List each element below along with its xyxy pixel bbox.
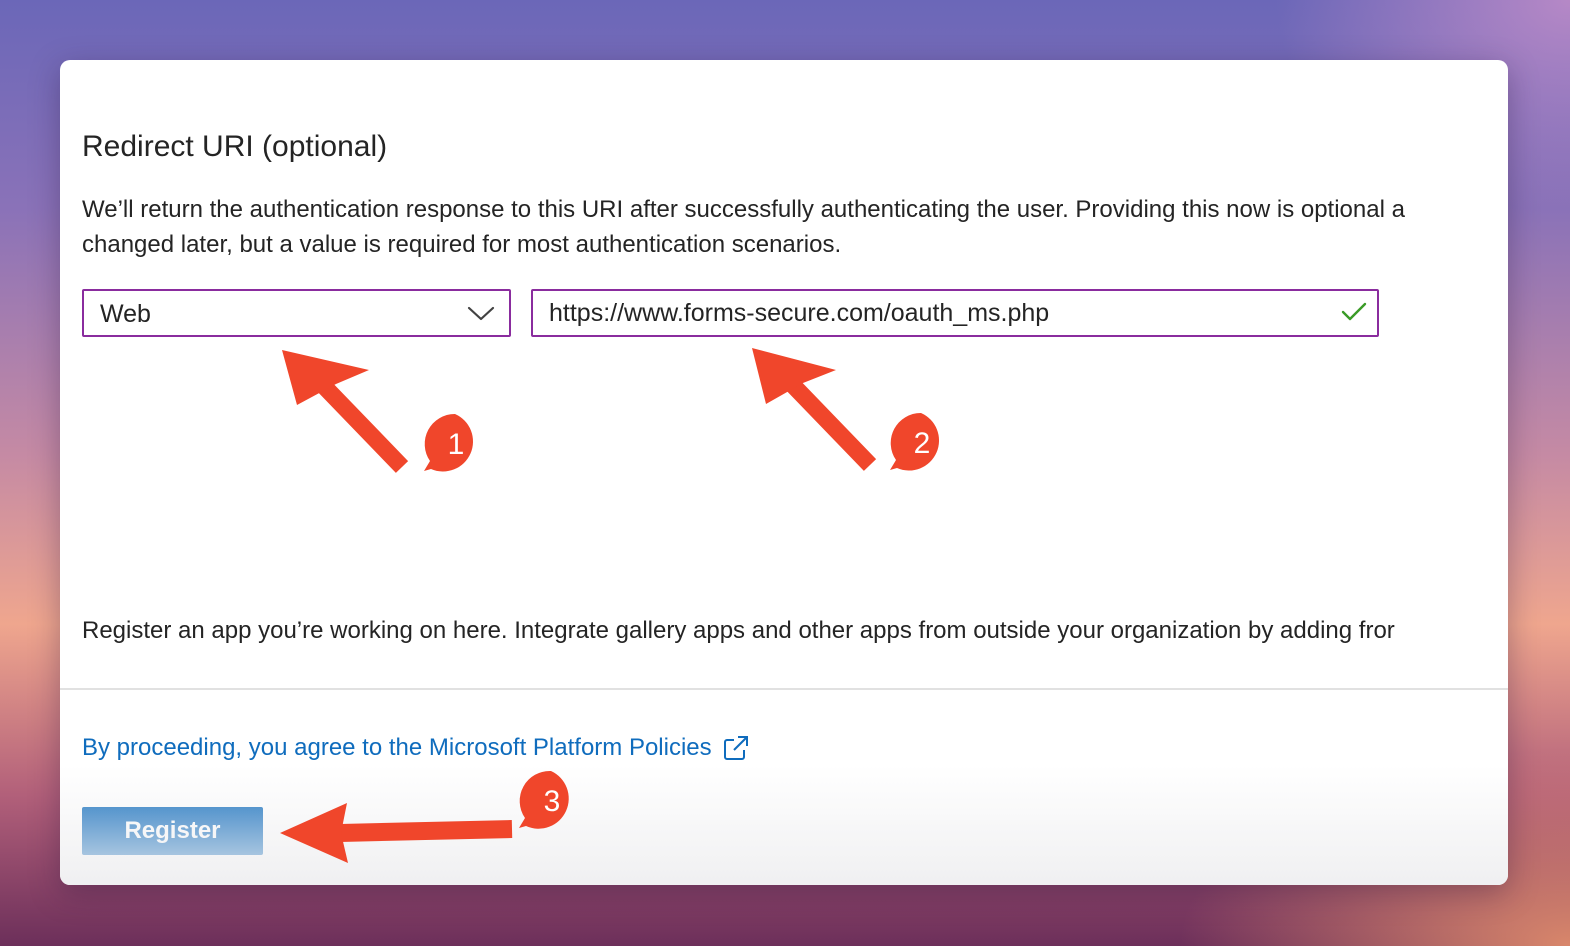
platform-select-value: Web (100, 300, 151, 328)
redirect-uri-description: We’ll return the authentication response… (82, 192, 1508, 262)
redirect-uri-heading: Redirect URI (optional) (82, 130, 388, 163)
redirect-uri-input[interactable] (549, 297, 1329, 329)
platform-policies-link-text: By proceeding, you agree to the Microsof… (82, 734, 712, 761)
app-registration-panel: Redirect URI (optional) We’ll return the… (60, 60, 1508, 885)
platform-select[interactable]: Web (82, 289, 511, 337)
external-link-icon (722, 734, 750, 762)
description-line-2: changed later, but a value is required f… (82, 231, 842, 258)
checkmark-icon (1341, 301, 1367, 328)
redirect-uri-field[interactable] (531, 289, 1379, 337)
description-line-1: We’ll return the authentication response… (82, 196, 1405, 223)
platform-policies-link[interactable]: By proceeding, you agree to the Microsof… (82, 734, 750, 762)
register-button[interactable]: Register (82, 807, 263, 855)
footer-divider (60, 688, 1508, 690)
register-info-text: Register an app you’re working on here. … (82, 617, 1395, 644)
chevron-down-icon (467, 303, 495, 328)
